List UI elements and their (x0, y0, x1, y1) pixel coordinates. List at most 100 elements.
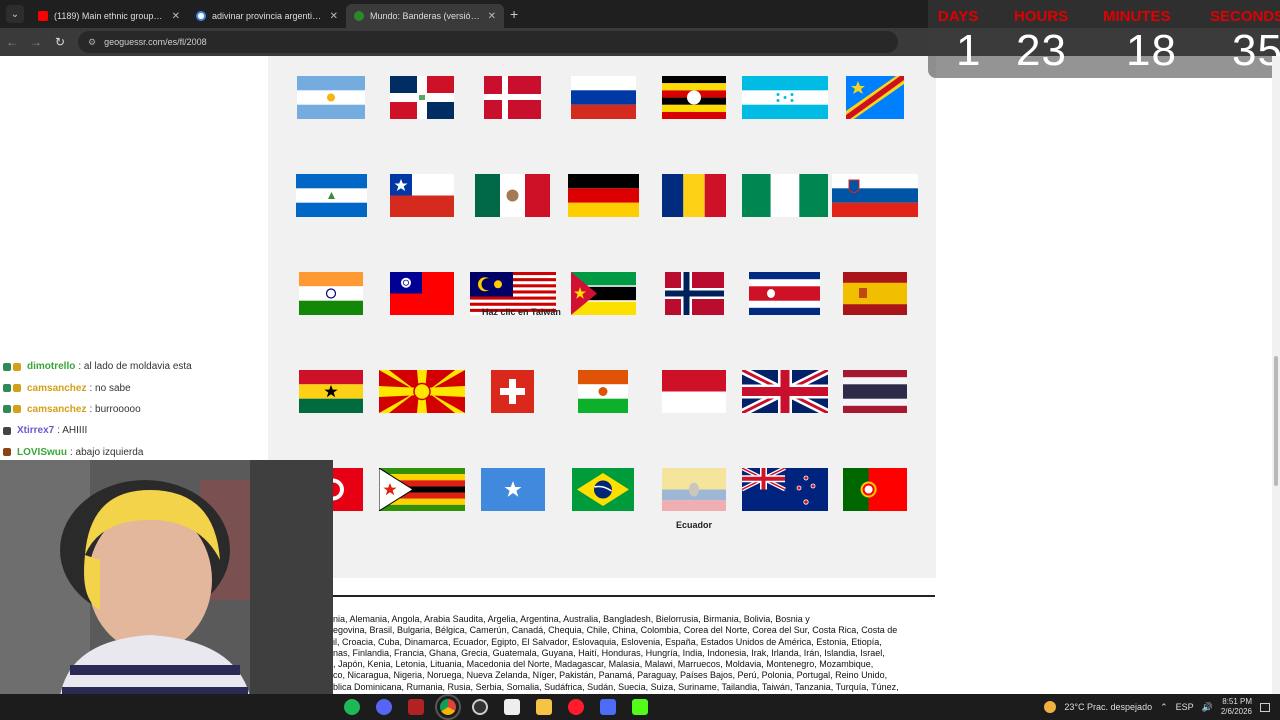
country-list-line: il, Croacia, Cuba, Dinamarca, Ecuador, E… (333, 636, 882, 647)
flag-thailand[interactable] (843, 370, 907, 413)
flag-argentina[interactable] (297, 76, 365, 119)
tab-title: Mundo: Banderas (versión difíc (370, 11, 482, 21)
chat-username: Xtirrex7 (17, 425, 55, 437)
flag-dominican-republic[interactable] (390, 76, 454, 119)
country-list-line: co, Nicaragua, Nigeria, Noruega, Nueva Z… (333, 670, 888, 681)
chrome-icon[interactable] (435, 694, 461, 720)
forward-icon[interactable]: → (24, 35, 48, 49)
notification-icon[interactable] (1260, 702, 1270, 712)
close-tab-icon[interactable]: ✕ (330, 11, 338, 22)
youtube-icon (38, 11, 48, 21)
flag-portugal[interactable] (843, 468, 907, 511)
tab-search-chevron-icon[interactable]: ⌄ (6, 5, 24, 23)
country-list-line: nia, Alemania, Angola, Arabia Saudita, A… (333, 614, 810, 624)
flag-nicaragua[interactable] (296, 174, 367, 217)
app-launcher-icon[interactable] (600, 699, 616, 715)
clock[interactable]: 8:51 PM 2/6/2026 (1221, 697, 1252, 717)
weather-icon (1044, 701, 1057, 713)
system-tray: 23°C Prac. despejado ⌃ ESP 🔊 8:51 PM 2/6… (1044, 694, 1280, 720)
flag-tunisia[interactable] (333, 468, 363, 511)
opera-icon[interactable] (568, 699, 584, 715)
chat-message: camsanchez : no sabe (0, 377, 266, 398)
flag-indonesia[interactable] (662, 370, 726, 413)
flag-denmark[interactable] (484, 76, 541, 119)
kick-icon[interactable] (632, 699, 648, 715)
chevron-up-icon[interactable]: ⌃ (1160, 702, 1168, 713)
flag-united-kingdom[interactable] (742, 370, 828, 413)
country-list-line: blica Dominicana, Rumania, Rusia, Serbia… (333, 681, 899, 692)
spotify-icon[interactable] (344, 699, 360, 715)
flag-russia[interactable] (571, 76, 636, 119)
flag-dr-congo[interactable] (846, 76, 904, 119)
timer-days-label: DAYS (938, 8, 979, 25)
flag-honduras[interactable] (742, 76, 828, 119)
chat-message: camsanchez : burrooooo (0, 399, 266, 420)
language-indicator[interactable]: ESP (1176, 702, 1194, 712)
country-list: nia, Alemania, Angola, Arabia Saudita, A… (333, 614, 933, 694)
voicemeeter-icon[interactable] (408, 699, 424, 715)
flag-chile[interactable] (390, 174, 454, 217)
webcam-overlay (0, 460, 333, 696)
flag-mexico[interactable] (475, 174, 550, 217)
discord-icon[interactable] (376, 699, 392, 715)
mod-badge-icon (3, 405, 11, 414)
country-list-line: , Japón, Kenia, Letonia, Lituania, Maced… (333, 659, 874, 670)
country-list-line: nas, Finlandia, Francia, Ghana, Grecia, … (333, 647, 885, 658)
flag-ghana[interactable] (299, 370, 363, 413)
viewer-badge-icon (3, 448, 11, 457)
flag-taiwan[interactable] (390, 272, 454, 315)
reload-icon[interactable]: ↻ (48, 35, 72, 49)
site-info-icon[interactable]: ⚙ (88, 37, 96, 48)
page-scrollbar[interactable] (1272, 56, 1280, 696)
new-tab-icon[interactable]: + (510, 6, 518, 22)
file-explorer-icon[interactable] (536, 699, 552, 715)
flag-slovenia[interactable] (832, 174, 918, 217)
chat-text: : al lado de moldavia esta (78, 361, 192, 373)
volume-icon[interactable]: 🔊 (1202, 702, 1213, 713)
back-icon[interactable]: ← (0, 35, 24, 49)
tab-title: adivinar provincia argentina - B (212, 11, 324, 21)
timer-seconds-label: SECONDS (1210, 8, 1280, 25)
stream-chat: dimotrello : al lado de moldavia esta ca… (0, 356, 266, 463)
obs-icon[interactable] (472, 699, 488, 715)
flag-north-macedonia[interactable] (379, 370, 465, 413)
flag-romania[interactable] (662, 174, 726, 217)
flag-uganda[interactable] (662, 76, 726, 119)
flag-costa-rica[interactable] (749, 272, 820, 315)
url-field[interactable]: ⚙ geoguessr.com/es/fl/2008 (78, 31, 898, 53)
app-window-icon[interactable] (504, 699, 520, 715)
close-tab-icon[interactable]: ✕ (488, 11, 496, 22)
flag-nigeria[interactable] (742, 174, 828, 217)
flag-brazil[interactable] (572, 468, 634, 511)
flag-zimbabwe[interactable] (379, 468, 465, 511)
chat-text: : abajo izquierda (70, 446, 144, 458)
flag-switzerland[interactable] (491, 370, 534, 413)
viewer-badge-icon (3, 426, 11, 435)
tab-geoguessr[interactable]: Mundo: Banderas (versión difíc ✕ (346, 4, 504, 28)
chat-username: camsanchez (27, 403, 87, 415)
flag-norway[interactable] (665, 272, 724, 315)
sub-badge-icon (13, 384, 21, 393)
section-divider (333, 595, 935, 597)
country-list-line: egovina, Brasil, Bulgaria, Bélgica, Came… (333, 625, 898, 636)
flag-ecuador-label: Ecuador (676, 520, 713, 530)
flag-germany[interactable] (568, 174, 639, 217)
flag-mozambique[interactable] (571, 272, 636, 315)
sub-badge-icon (13, 405, 21, 414)
flag-ecuador[interactable] (662, 468, 726, 511)
timer-minutes-label: MINUTES (1103, 8, 1171, 25)
tab-google-search[interactable]: adivinar provincia argentina - B ✕ (188, 4, 346, 28)
flag-niger[interactable] (578, 370, 628, 413)
flag-new-zealand[interactable] (742, 468, 828, 511)
flag-spain[interactable] (843, 272, 907, 315)
flag-somalia[interactable] (481, 468, 545, 511)
close-tab-icon[interactable]: ✕ (172, 11, 180, 22)
scrollbar-thumb[interactable] (1274, 356, 1278, 486)
chat-username: dimotrello (27, 361, 76, 373)
chat-username: camsanchez (27, 382, 87, 394)
tab-youtube[interactable]: (1189) Main ethnic groups in A ✕ (30, 4, 188, 28)
screen: ⌄ (1189) Main ethnic groups in A ✕ adivi… (0, 0, 1280, 720)
tab-title: (1189) Main ethnic groups in A (54, 11, 166, 21)
flag-india[interactable] (299, 272, 363, 315)
timer-hours-label: HOURS (1014, 8, 1069, 25)
